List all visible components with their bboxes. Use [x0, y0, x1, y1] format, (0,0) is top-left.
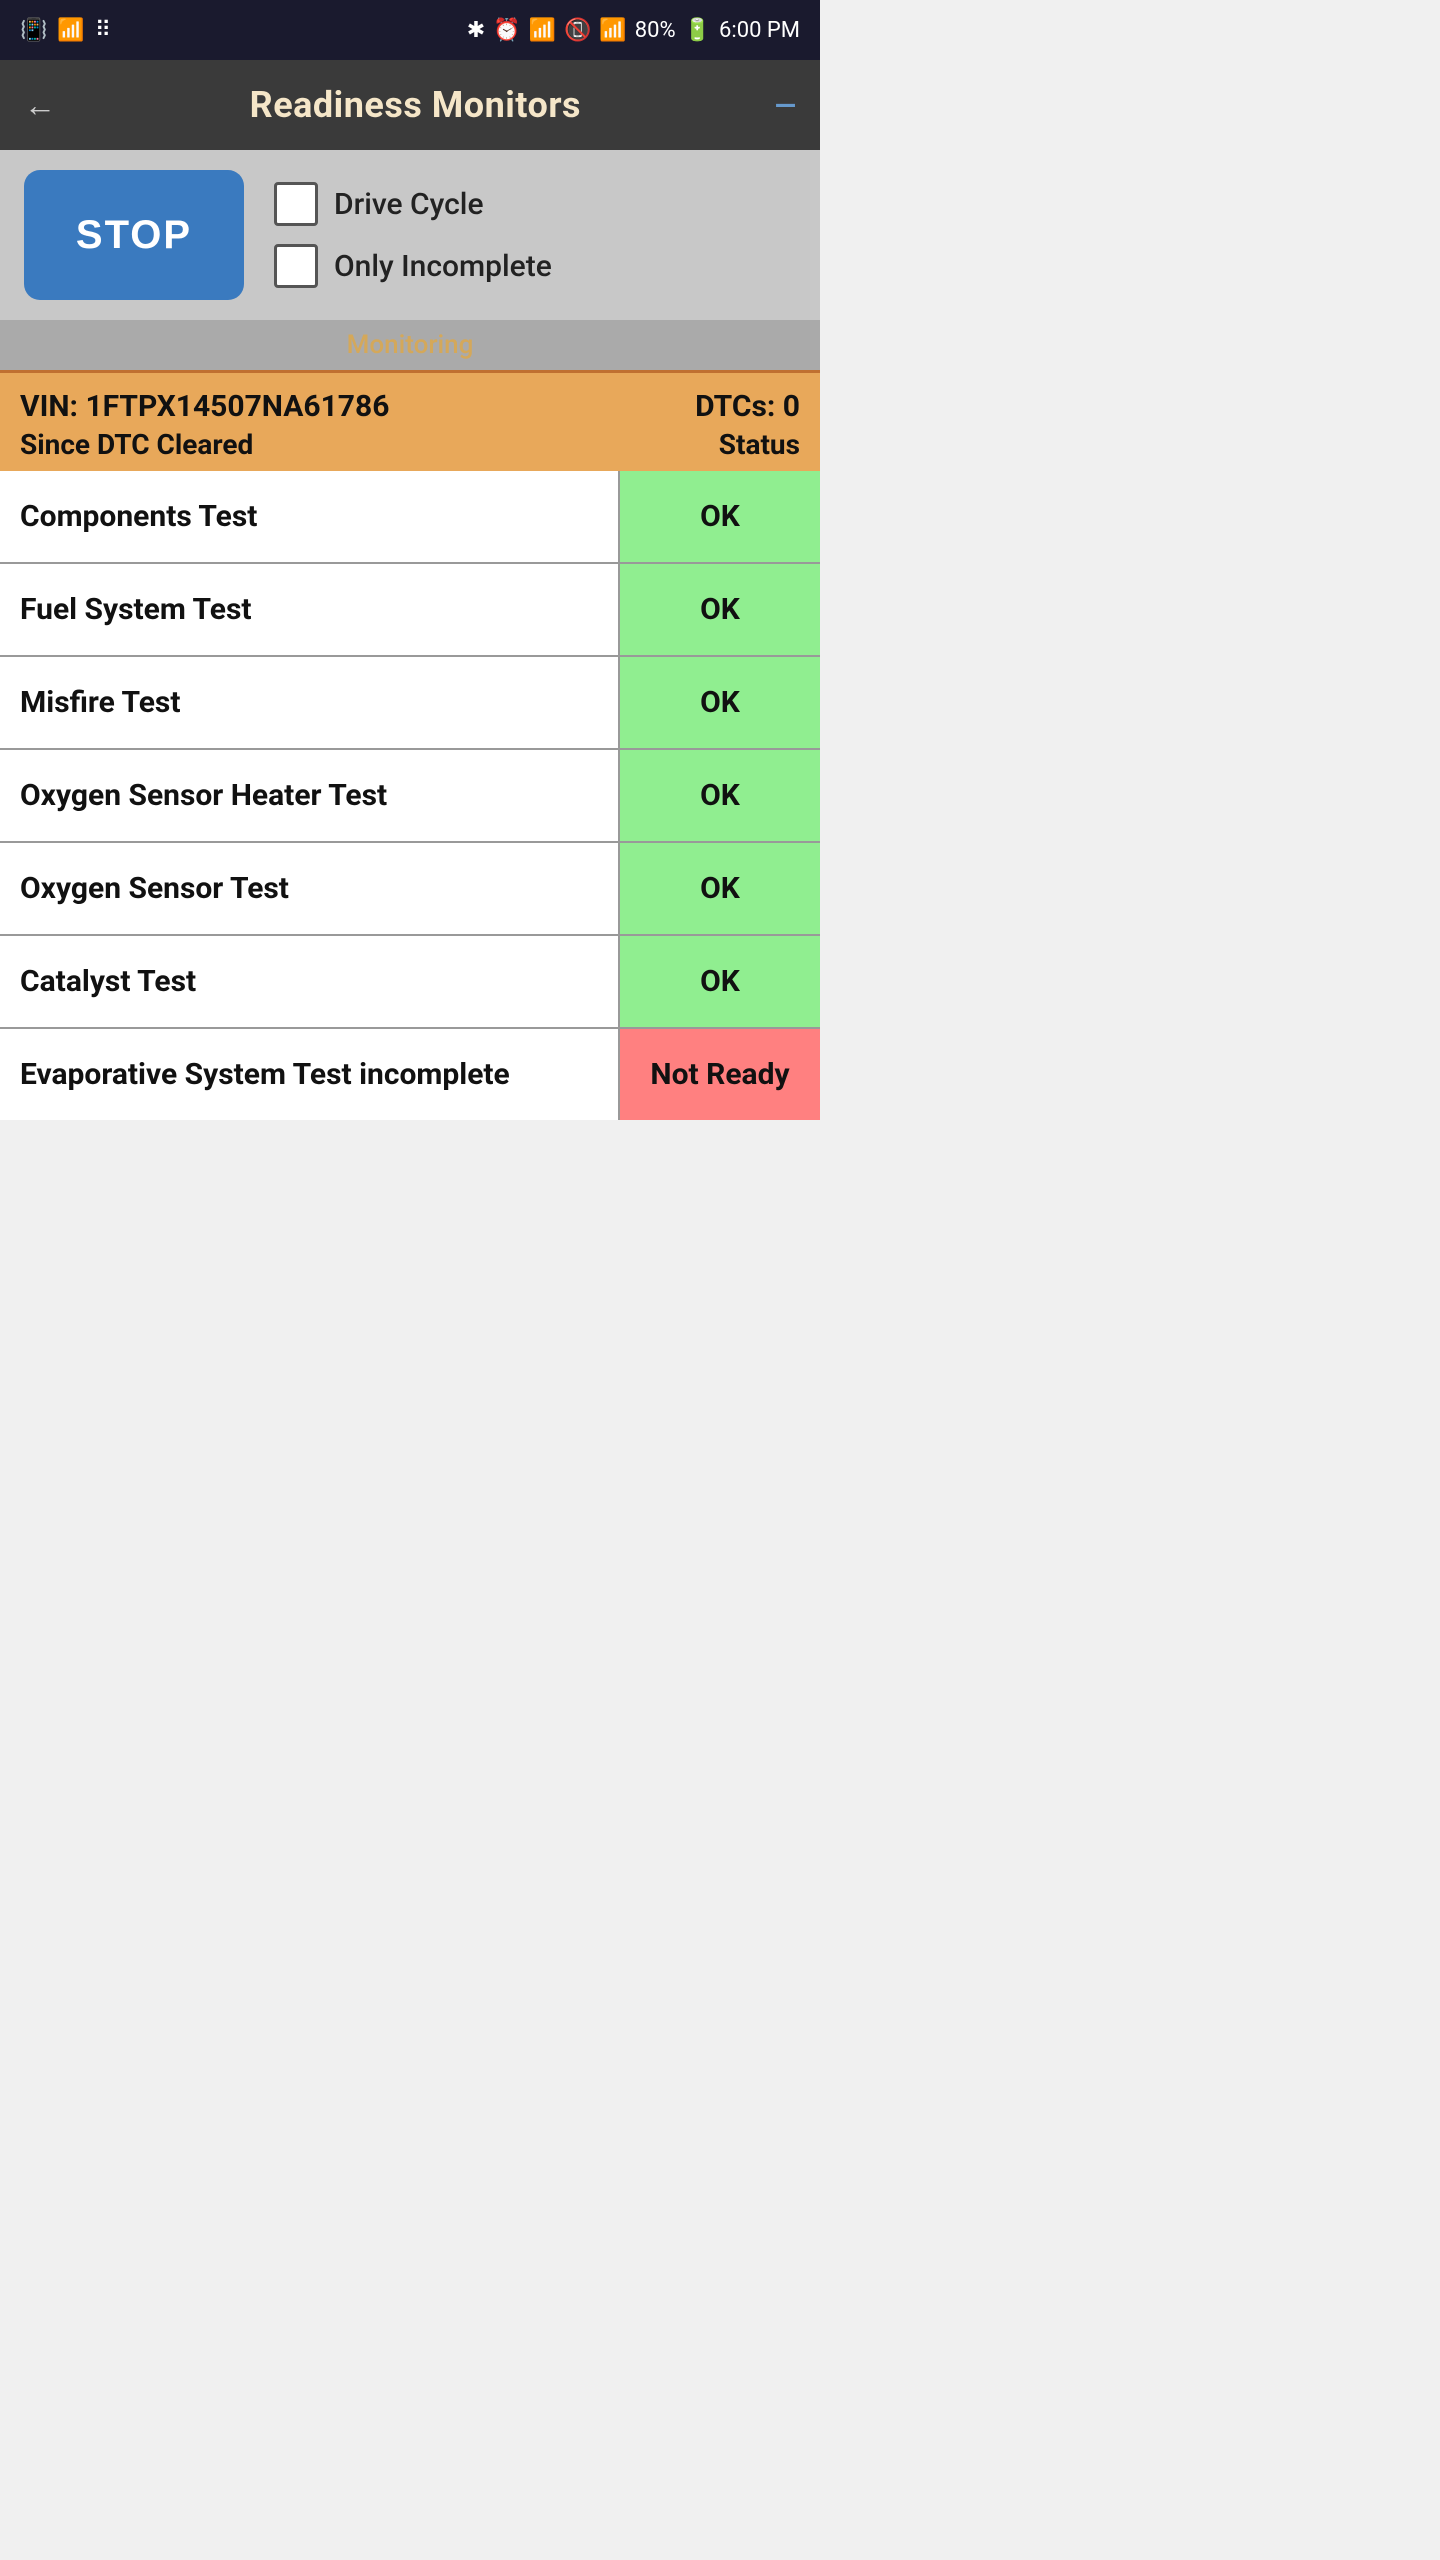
- battery-percent: 80%: [635, 18, 676, 43]
- battery-icon: 🔋: [684, 18, 711, 43]
- table-row: Oxygen Sensor Heater TestOK: [0, 750, 820, 843]
- apps-icon: ⠿: [95, 18, 111, 43]
- only-incomplete-label: Only Incomplete: [334, 249, 552, 284]
- page-title: Readiness Monitors: [250, 84, 581, 126]
- controls-area: STOP Drive Cycle Only Incomplete: [0, 150, 820, 320]
- monitor-name-cell: Oxygen Sensor Heater Test: [0, 750, 620, 841]
- monitor-name-cell: Components Test: [0, 471, 620, 562]
- status-column-label: Status: [719, 428, 800, 461]
- monitoring-status-bar: Monitoring: [0, 320, 820, 370]
- table-row: Components TestOK: [0, 471, 820, 564]
- status-bar-left: 📳 📶 ⠿: [20, 18, 111, 43]
- vin-dtc-row: VIN: 1FTPX14507NA61786 DTCs: 0: [20, 389, 800, 424]
- drive-cycle-checkbox[interactable]: [274, 182, 318, 226]
- monitoring-label: Monitoring: [347, 330, 474, 360]
- monitor-name-cell: Fuel System Test: [0, 564, 620, 655]
- since-dtc-text: Since DTC Cleared: [20, 428, 253, 461]
- table-row: Catalyst TestOK: [0, 936, 820, 1029]
- wifi-icon: 📶: [529, 18, 556, 43]
- table-row: Fuel System TestOK: [0, 564, 820, 657]
- checkboxes-container: Drive Cycle Only Incomplete: [274, 182, 552, 288]
- stop-button[interactable]: STOP: [24, 170, 244, 300]
- only-incomplete-checkbox[interactable]: [274, 244, 318, 288]
- drive-cycle-checkbox-row[interactable]: Drive Cycle: [274, 182, 552, 226]
- table-row: Oxygen Sensor TestOK: [0, 843, 820, 936]
- monitor-status-cell: OK: [620, 843, 820, 934]
- status-bar-right: ✱ ⏰ 📶 📵 📶 80% 🔋 6:00 PM: [467, 18, 800, 43]
- header: ← Readiness Monitors —: [0, 60, 820, 150]
- only-incomplete-checkbox-row[interactable]: Only Incomplete: [274, 244, 552, 288]
- monitor-status-cell: OK: [620, 471, 820, 562]
- monitor-status-cell: Not Ready: [620, 1029, 820, 1120]
- monitor-status-cell: OK: [620, 750, 820, 841]
- bluetooth-icon: ✱: [467, 18, 485, 43]
- monitor-status-cell: OK: [620, 936, 820, 1027]
- vin-header: VIN: 1FTPX14507NA61786 DTCs: 0 Since DTC…: [0, 370, 820, 471]
- voicemail-icon: 📳: [20, 18, 47, 43]
- wifi-call-icon: 📶: [57, 18, 84, 43]
- minimize-button[interactable]: —: [775, 89, 796, 122]
- bottom-area: [0, 1120, 820, 1180]
- signal-off-icon: 📵: [564, 18, 591, 43]
- monitor-name-cell: Oxygen Sensor Test: [0, 843, 620, 934]
- monitor-status-cell: OK: [620, 657, 820, 748]
- since-status-row: Since DTC Cleared Status: [20, 428, 800, 461]
- signal-icon: 📶: [599, 18, 626, 43]
- monitor-name-cell: Evaporative System Test incomplete: [0, 1029, 620, 1120]
- monitor-name-cell: Misfire Test: [0, 657, 620, 748]
- back-button[interactable]: ←: [24, 86, 56, 124]
- dtc-text: DTCs: 0: [695, 389, 800, 424]
- monitor-table: Components TestOKFuel System TestOKMisfi…: [0, 471, 820, 1120]
- time-display: 6:00 PM: [719, 18, 800, 43]
- table-row: Evaporative System Test incompleteNot Re…: [0, 1029, 820, 1120]
- monitor-name-cell: Catalyst Test: [0, 936, 620, 1027]
- monitor-status-cell: OK: [620, 564, 820, 655]
- table-row: Misfire TestOK: [0, 657, 820, 750]
- vin-text: VIN: 1FTPX14507NA61786: [20, 389, 389, 424]
- drive-cycle-label: Drive Cycle: [334, 187, 484, 222]
- status-bar: 📳 📶 ⠿ ✱ ⏰ 📶 📵 📶 80% 🔋 6:00 PM: [0, 0, 820, 60]
- alarm-icon: ⏰: [493, 18, 520, 43]
